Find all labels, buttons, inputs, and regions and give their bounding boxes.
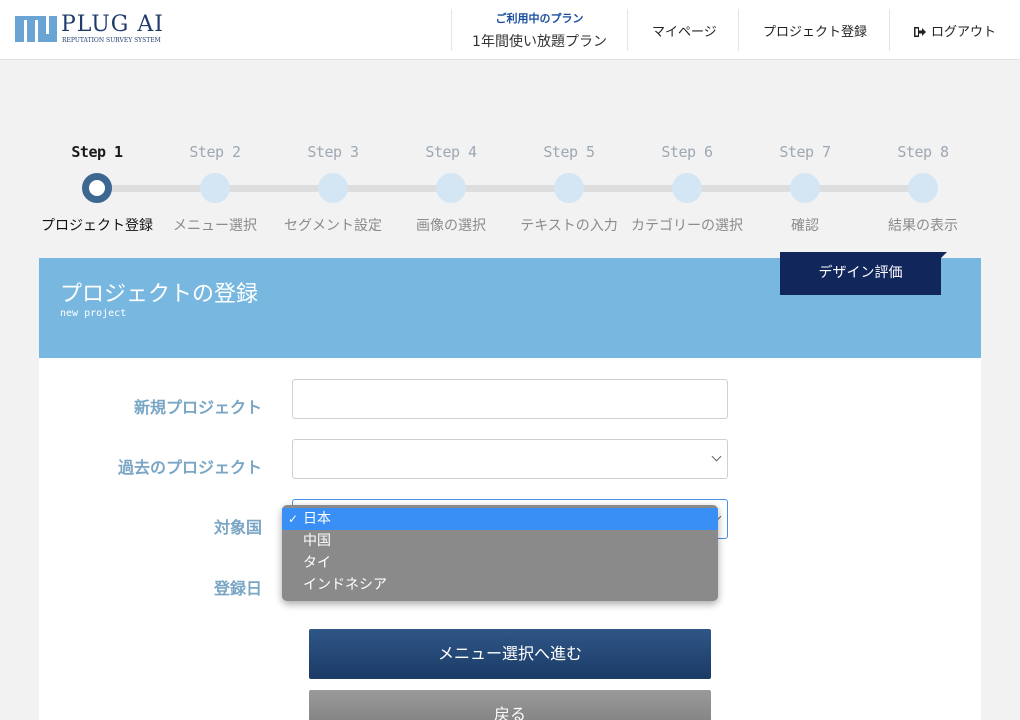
step-indicator [790,173,820,203]
step-indicator-active [82,173,112,203]
step-indicator [200,173,230,203]
back-button[interactable]: 戻る [309,690,711,720]
past-project-select[interactable] [292,439,728,479]
nav-divider [627,9,628,51]
country-option-thailand[interactable]: タイ [282,552,718,574]
country-option-japan[interactable]: ✓ 日本 [282,508,718,530]
new-project-label: 新規プロジェクト [133,398,262,417]
option-label: 日本 [303,511,331,527]
past-project-label: 過去のプロジェクト [117,458,262,477]
chevron-down-icon [711,451,722,462]
logout-link[interactable]: ログアウト [914,21,996,40]
country-label: 対象国 [213,518,262,537]
panel-subtitle: new project [60,308,127,319]
option-label: タイ [303,555,331,571]
country-option-indonesia[interactable]: インドネシア [282,574,718,596]
proceed-to-menu-button[interactable]: メニュー選択へ進む [309,629,711,679]
nav-divider [738,9,739,51]
nav-mypage-link[interactable]: マイページ [652,21,717,40]
logout-icon [914,27,926,37]
logo-mark-icon [15,16,57,42]
option-label: インドネシア [303,577,387,593]
plan-label: ご利用中のプラン [495,12,584,25]
current-plan: ご利用中のプラン 1年間使い放題プラン [452,10,627,51]
country-dropdown-menu: ✓ 日本 中国 タイ インドネシア [282,505,718,601]
step-title: Step 8 [897,143,949,161]
nav-project-register-link[interactable]: プロジェクト登録 [763,21,867,40]
logo-title: PLUG AI [61,12,164,37]
nav-divider [889,9,890,51]
logo-subtitle: REPUTATION SURVEY SYSTEM [62,37,161,44]
tab-corner [941,252,947,258]
step-indicator [436,173,466,203]
logo[interactable]: PLUG AI REPUTATION SURVEY SYSTEM [15,12,175,46]
step-indicator [554,173,584,203]
step-8: Step 8 結果の表示 [848,143,998,235]
plan-name: 1年間使い放題プラン [472,34,607,50]
country-option-china[interactable]: 中国 [282,530,718,552]
step-indicator [672,173,702,203]
checkmark-icon: ✓ [288,512,299,526]
step-label: 結果の表示 [888,218,958,234]
step-indicator [318,173,348,203]
panel-title: プロジェクトの登録 [60,282,259,307]
option-label: 中国 [303,533,331,549]
design-evaluation-tab[interactable]: デザイン評価 [780,252,941,295]
logout-label: ログアウト [931,25,997,40]
registration-date-label: 登録日 [213,579,262,598]
top-header: PLUG AI REPUTATION SURVEY SYSTEM ご利用中のプラ… [0,0,1020,60]
step-indicator [908,173,938,203]
new-project-input[interactable] [292,379,728,419]
